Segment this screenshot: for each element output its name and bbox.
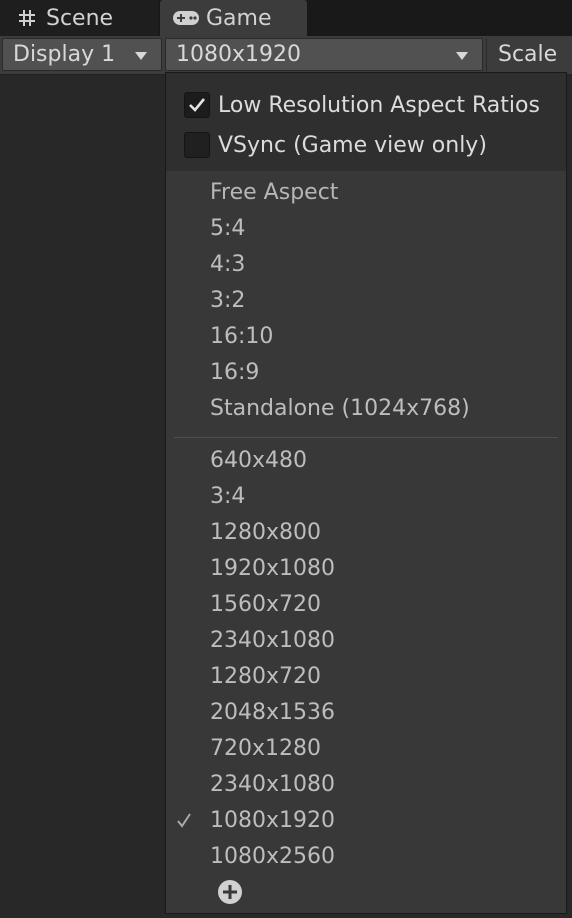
menu-item-resolution[interactable]: 640x480: [210, 443, 307, 477]
scale-slider-label[interactable]: Scale: [486, 38, 572, 71]
vsync-option[interactable]: VSync (Game view only): [184, 129, 487, 161]
tab-bar: Scene Game: [0, 0, 572, 36]
resolution-dropdown-value: 1080x1920: [176, 42, 301, 67]
menu-item-resolution[interactable]: 3:4: [210, 479, 245, 513]
menu-item-resolution[interactable]: 720x1280: [210, 731, 321, 765]
gamepad-icon: [172, 10, 200, 26]
menu-item-standalone[interactable]: Standalone (1024x768): [210, 391, 470, 425]
menu-item-resolution[interactable]: 1920x1080: [210, 551, 335, 585]
menu-item-resolution[interactable]: 1080x2560: [210, 839, 335, 873]
vsync-label: VSync (Game view only): [218, 132, 487, 158]
checkbox-unchecked[interactable]: [184, 132, 210, 158]
chevron-down-icon: [135, 52, 147, 60]
menu-item-aspect[interactable]: 4:3: [210, 247, 245, 281]
tab-scene-label: Scene: [46, 5, 114, 31]
display-dropdown[interactable]: Display 1: [2, 38, 162, 71]
checkbox-checked[interactable]: [184, 92, 210, 118]
display-dropdown-value: Display 1: [13, 42, 116, 67]
menu-item-resolution[interactable]: 1280x720: [210, 659, 321, 693]
menu-item-aspect[interactable]: 16:10: [210, 319, 273, 353]
menu-item-resolution[interactable]: 2340x1080: [210, 623, 335, 657]
menu-item-resolution[interactable]: 1280x800: [210, 515, 321, 549]
grid-hash-icon: [18, 9, 36, 27]
menu-item-resolution[interactable]: 1560x720: [210, 587, 321, 621]
menu-item-resolution-selected[interactable]: 1080x1920: [210, 803, 335, 837]
menu-item-resolution[interactable]: 2048x1536: [210, 695, 335, 729]
checkmark-icon: [174, 803, 194, 837]
game-view-toolbar: Display 1 1080x1920 Scale: [0, 36, 572, 75]
add-resolution-button[interactable]: [216, 880, 244, 908]
low-res-aspect-label: Low Resolution Aspect Ratios: [218, 92, 540, 118]
menu-item-free-aspect[interactable]: Free Aspect: [210, 175, 338, 209]
plus-circle-icon: [217, 879, 243, 909]
chevron-down-icon: [456, 52, 468, 60]
menu-separator: [174, 437, 558, 438]
menu-item-aspect[interactable]: 5:4: [210, 211, 245, 245]
resolution-menu: Low Resolution Aspect Ratios VSync (Game…: [165, 72, 567, 914]
menu-item-resolution[interactable]: 2340x1080: [210, 767, 335, 801]
menu-item-aspect[interactable]: 3:2: [210, 283, 245, 317]
tab-game-label: Game: [206, 5, 272, 31]
resolution-dropdown[interactable]: 1080x1920: [165, 38, 483, 71]
low-res-aspect-option[interactable]: Low Resolution Aspect Ratios: [184, 89, 540, 121]
tab-game[interactable]: Game: [160, 0, 307, 36]
menu-item-aspect[interactable]: 16:9: [210, 355, 259, 389]
tab-scene[interactable]: Scene: [0, 0, 158, 36]
